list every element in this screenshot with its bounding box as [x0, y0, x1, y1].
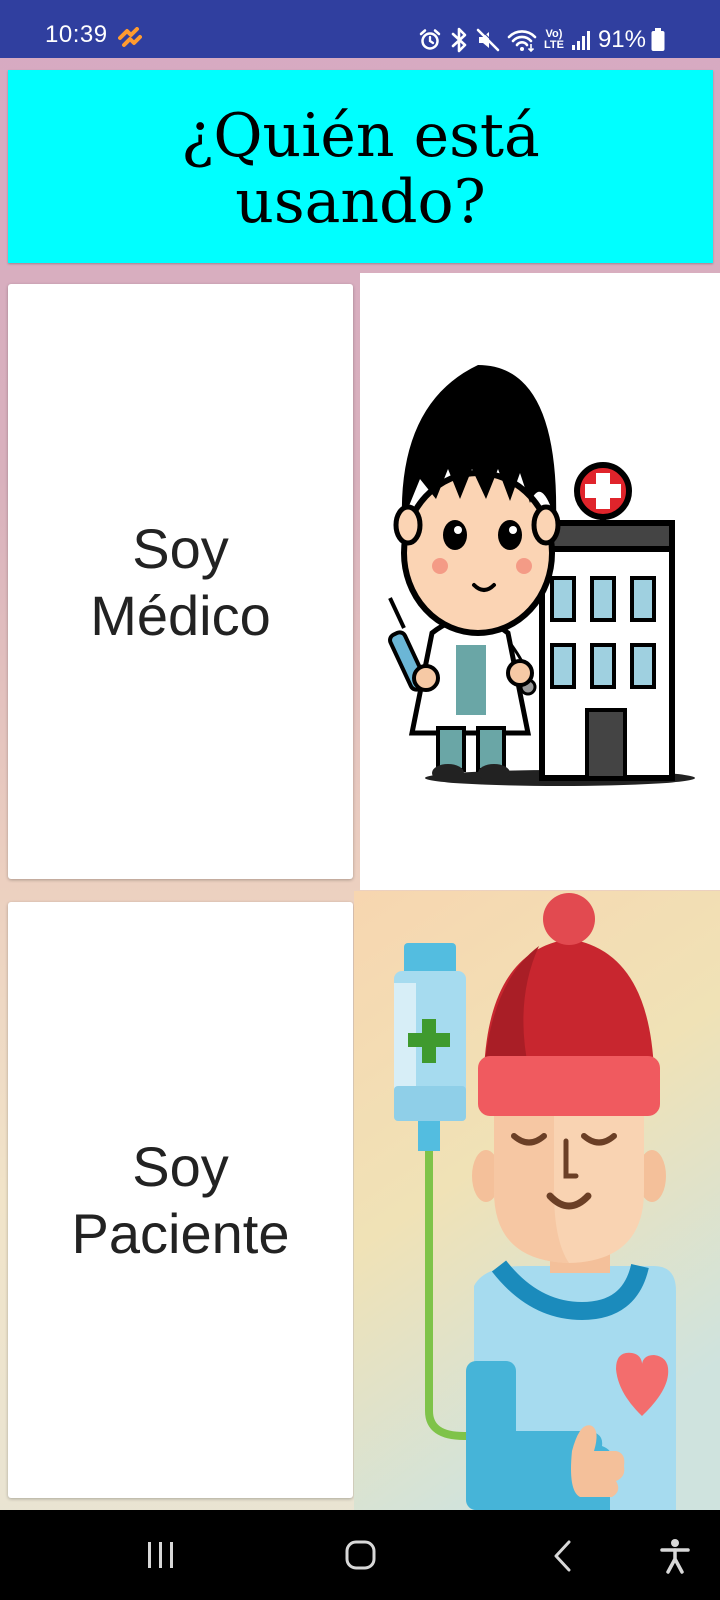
recents-icon[interactable] [145, 1540, 177, 1575]
status-bar: 10:39 Vo) LTE 91% [0, 0, 720, 58]
accessibility-icon[interactable] [660, 1538, 690, 1579]
alarm-icon [418, 28, 442, 52]
navigation-bar [0, 1510, 720, 1600]
battery-percent: 91% [597, 26, 646, 53]
patient-illustration[interactable] [354, 891, 720, 1510]
doctor-option-label: Soy Médico [90, 516, 271, 647]
volte-icon: Vo) LTE [543, 28, 564, 51]
doctor-option-button[interactable]: Soy Médico [8, 284, 353, 879]
bluetooth-icon [449, 27, 469, 53]
screen: 10:39 Vo) LTE 91% ¿Quién está usando? So… [0, 0, 720, 1600]
page-title: ¿Quién está usando? [181, 100, 540, 237]
status-icons: Vo) LTE 91% [418, 24, 665, 56]
patient-option-button[interactable]: Soy Paciente [8, 902, 353, 1498]
status-time: 10:39 [45, 21, 108, 48]
mute-icon [476, 28, 500, 52]
back-icon[interactable] [551, 1540, 575, 1577]
doctor-illustration[interactable] [360, 273, 720, 890]
wifi-icon [507, 28, 537, 52]
header: ¿Quién está usando? [8, 70, 713, 263]
battery-icon [651, 28, 665, 52]
home-icon[interactable] [345, 1540, 377, 1575]
signal-icon [571, 29, 591, 51]
notification-icon [118, 27, 142, 54]
patient-option-label: Soy Paciente [71, 1135, 290, 1265]
